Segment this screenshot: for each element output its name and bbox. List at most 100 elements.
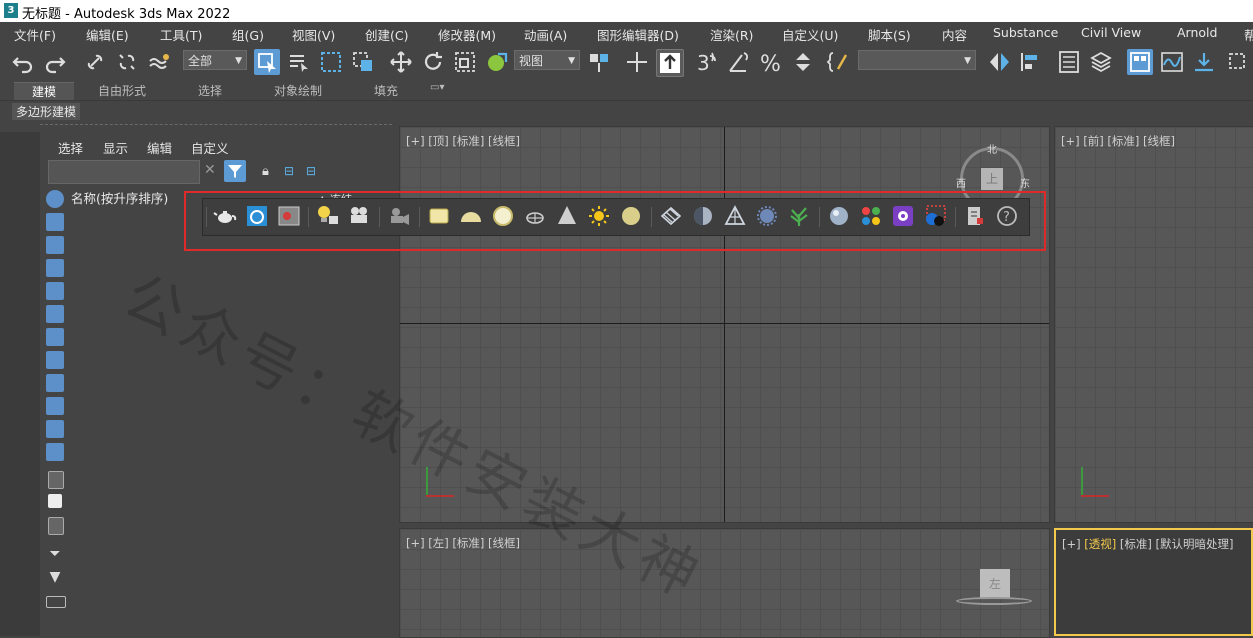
- undo-icon[interactable]: [10, 49, 36, 75]
- ribbon-tab-freeform[interactable]: 自由形式: [98, 82, 146, 99]
- toggle-layer-explorer-icon[interactable]: [1088, 49, 1114, 75]
- ribbon-tab-selection[interactable]: 选择: [198, 82, 222, 99]
- window-crossing-icon[interactable]: [350, 49, 376, 75]
- material-editor-icon[interactable]: [1225, 49, 1251, 75]
- menu-view[interactable]: 视图(V): [292, 25, 335, 44]
- menu-arnold[interactable]: Arnold: [1177, 25, 1217, 40]
- ribbon-tab-populate[interactable]: 填充: [374, 82, 398, 99]
- display-containers-icon[interactable]: [46, 397, 64, 415]
- select-by-name-icon[interactable]: [286, 49, 312, 75]
- pivot-center-icon[interactable]: [586, 49, 612, 75]
- menu-civil-view[interactable]: Civil View: [1081, 25, 1141, 40]
- spinner-snap-icon[interactable]: [790, 49, 816, 75]
- lock-icon[interactable]: 🔒︎: [262, 164, 269, 179]
- viewport-point-of-view[interactable]: [透视]: [1084, 537, 1116, 551]
- viewcube-face[interactable]: 上: [981, 168, 1003, 190]
- schematic-view-icon[interactable]: [1191, 49, 1217, 75]
- select-object-icon[interactable]: [254, 49, 280, 75]
- reference-coordinate-dropdown[interactable]: 视图 ▼: [514, 50, 580, 70]
- percent-snap-icon[interactable]: %: [758, 49, 784, 75]
- menu-substance[interactable]: Substance: [993, 25, 1058, 40]
- ribbon-options-icon[interactable]: ▭▾: [430, 82, 444, 93]
- display-hidden-icon[interactable]: [46, 443, 64, 461]
- column-header-name[interactable]: 名称(按升序排序): [71, 188, 168, 207]
- explorer-menu-edit[interactable]: 编辑: [147, 138, 172, 157]
- viewport-left-label[interactable]: [+] [左] [标准] [线框]: [406, 535, 520, 551]
- display-cameras-icon[interactable]: [46, 259, 64, 277]
- display-xrefs-icon[interactable]: [46, 351, 64, 369]
- bind-space-warp-icon[interactable]: [146, 49, 172, 75]
- menu-edit[interactable]: 编辑(E): [86, 25, 129, 44]
- display-children-icon[interactable]: [48, 471, 64, 489]
- viewport-perspective[interactable]: [+] [透视] [标准] [默认明暗处理]: [1054, 528, 1253, 636]
- edit-named-selection-icon[interactable]: [826, 49, 852, 75]
- explorer-grip[interactable]: [40, 124, 392, 131]
- menu-modifiers[interactable]: 修改器(M): [438, 25, 496, 44]
- explorer-menu-select[interactable]: 选择: [58, 138, 83, 157]
- viewport-shading[interactable]: [标准] [默认明暗处理]: [1120, 537, 1234, 551]
- toggle-ribbon-icon[interactable]: [1127, 49, 1153, 75]
- explorer-search-input[interactable]: [48, 160, 200, 184]
- filter-icon[interactable]: [224, 160, 246, 182]
- viewport-left[interactable]: [+] [左] [标准] [线框] 左: [399, 528, 1050, 638]
- hierarchy-expand-icon[interactable]: ⊟: [306, 164, 316, 178]
- move-icon[interactable]: [388, 49, 414, 75]
- link-icon[interactable]: [82, 49, 108, 75]
- viewport-front-label[interactable]: [+] [前] [标准] [线框]: [1061, 133, 1175, 149]
- viewcube-face[interactable]: 左: [980, 569, 1010, 599]
- filter-invert-icon[interactable]: [46, 596, 66, 608]
- selection-filter-dropdown[interactable]: 全部 ▼: [183, 50, 247, 70]
- display-dependents-icon[interactable]: [48, 517, 64, 535]
- display-groups-icon[interactable]: [46, 328, 64, 346]
- ribbon-tab-modeling[interactable]: 建模: [14, 82, 74, 100]
- viewport-menu-plus[interactable]: [+]: [1062, 537, 1081, 551]
- snaps-toggle-icon[interactable]: 3: [694, 49, 720, 75]
- display-influences-icon[interactable]: [48, 494, 62, 508]
- explorer-menu-customize[interactable]: 自定义: [191, 138, 229, 157]
- menu-create[interactable]: 创建(C): [365, 25, 408, 44]
- place-icon[interactable]: [484, 49, 510, 75]
- menu-rendering[interactable]: 渲染(R): [710, 25, 753, 44]
- scale-icon[interactable]: [452, 49, 478, 75]
- mirror-icon[interactable]: [986, 49, 1012, 75]
- curve-editor-icon[interactable]: [1159, 49, 1185, 75]
- display-bones-icon[interactable]: [46, 374, 64, 392]
- clear-search-icon[interactable]: ✕: [204, 162, 216, 178]
- display-particles-icon[interactable]: [46, 420, 64, 438]
- compass-east-label: 东: [1020, 179, 1030, 190]
- display-helpers-icon[interactable]: [46, 282, 64, 300]
- menu-file[interactable]: 文件(F): [14, 25, 56, 44]
- menu-tools[interactable]: 工具(T): [160, 25, 202, 44]
- explorer-menu-display[interactable]: 显示: [103, 138, 128, 157]
- menu-help[interactable]: 帮: [1244, 25, 1253, 44]
- keyboard-shortcut-override-icon[interactable]: [656, 49, 684, 77]
- viewcube-ring[interactable]: [956, 597, 1032, 605]
- toggle-scene-explorer-icon[interactable]: [1056, 49, 1082, 75]
- align-icon[interactable]: [1018, 49, 1044, 75]
- polygon-modeling-label[interactable]: 多边形建模: [12, 103, 81, 120]
- redo-icon[interactable]: [42, 49, 68, 75]
- named-selection-dropdown[interactable]: ▼: [858, 50, 976, 70]
- rectangular-selection-icon[interactable]: [318, 49, 344, 75]
- angle-snap-icon[interactable]: [726, 49, 752, 75]
- menu-scripting[interactable]: 脚本(S): [868, 25, 911, 44]
- hierarchy-icon[interactable]: ⊟: [284, 164, 294, 178]
- filter-all-icon[interactable]: ⏷: [46, 546, 64, 564]
- menu-group[interactable]: 组(G): [232, 25, 264, 44]
- viewport-perspective-label[interactable]: [+] [透视] [标准] [默认明暗处理]: [1062, 536, 1234, 552]
- viewport-front[interactable]: [+] [前] [标准] [线框]: [1054, 126, 1253, 523]
- rotate-icon[interactable]: [420, 49, 446, 75]
- select-manipulate-icon[interactable]: [624, 49, 650, 75]
- viewport-top-label[interactable]: [+] [顶] [标准] [线框]: [406, 133, 520, 149]
- menu-graph-editors[interactable]: 图形编辑器(D): [597, 25, 679, 44]
- display-lights-icon[interactable]: [46, 236, 64, 254]
- ribbon-tab-object-paint[interactable]: 对象绘制: [274, 82, 322, 99]
- display-shapes-icon[interactable]: [46, 213, 64, 231]
- unlink-icon[interactable]: [114, 49, 140, 75]
- menu-content[interactable]: 内容: [942, 25, 967, 44]
- display-space-warps-icon[interactable]: [46, 305, 64, 323]
- menu-customize[interactable]: 自定义(U): [782, 25, 838, 44]
- menu-animation[interactable]: 动画(A): [524, 25, 567, 44]
- filter-none-icon[interactable]: ▼: [46, 569, 64, 587]
- display-geometry-icon[interactable]: [46, 190, 64, 208]
